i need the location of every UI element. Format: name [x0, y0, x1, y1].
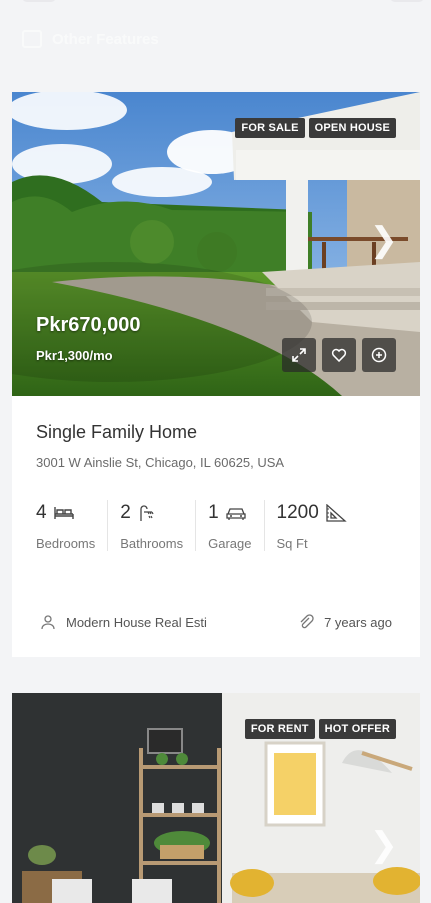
listing-date: 7 years ago — [298, 614, 392, 630]
header-chip — [22, 0, 56, 2]
posted-time: 7 years ago — [324, 614, 392, 630]
stat-bedrooms: 4 Bedrooms — [36, 500, 109, 551]
ruler-icon — [326, 504, 347, 522]
status-badge[interactable]: FOR SALE — [235, 118, 305, 138]
other-features-label: Other Features — [52, 30, 159, 48]
listing-badges: FOR SALE OPEN HOUSE — [235, 118, 396, 138]
label-badge[interactable]: OPEN HOUSE — [308, 118, 396, 138]
listing-agent[interactable]: Modern House Real Esti — [40, 614, 207, 630]
shower-icon — [140, 505, 154, 521]
expand-button[interactable] — [282, 338, 316, 372]
stat-label: Garage — [208, 536, 252, 551]
paperclip-icon — [300, 614, 314, 629]
listing-address: 3001 W Ainslie St, Chicago, IL 60625, US… — [36, 455, 285, 470]
stat-area: 1200 Sq Ft — [277, 500, 359, 551]
listing-price: Pkr670,000 — [36, 314, 141, 336]
compare-button[interactable] — [362, 338, 396, 372]
listing-actions — [282, 338, 396, 372]
listing-info: Single Family Home 3001 W Ainslie St, Ch… — [12, 396, 420, 552]
listing-stats: 4 Bedrooms 2 Bathrooms 1 Garage 1200 Sq … — [36, 500, 396, 552]
stat-bathrooms: 2 Bathrooms — [120, 500, 197, 551]
stat-label: Sq Ft — [276, 536, 308, 551]
chevron-right-icon[interactable]: ❯ — [370, 220, 399, 260]
listing-image[interactable]: FOR SALE OPEN HOUSE ❯ Pkr670,000 Pkr1,30… — [12, 92, 420, 396]
stat-garage: 1 Garage — [208, 500, 265, 551]
listing-image[interactable]: FOR RENT HOT OFFER ❯ — [12, 693, 420, 903]
stat-value: 1 — [208, 502, 219, 523]
label-badge[interactable]: HOT OFFER — [318, 719, 396, 739]
listing-card[interactable]: FOR SALE OPEN HOUSE ❯ Pkr670,000 Pkr1,30… — [12, 92, 420, 657]
checkbox-icon — [22, 30, 42, 48]
favorite-button[interactable] — [322, 338, 356, 372]
agent-name[interactable]: Modern House Real Esti — [66, 615, 207, 630]
listing-card[interactable]: FOR RENT HOT OFFER ❯ — [12, 693, 420, 903]
other-features-toggle[interactable]: Other Features — [22, 30, 159, 48]
listing-price-per-month: Pkr1,300/mo — [36, 348, 113, 363]
user-icon — [41, 615, 55, 630]
status-badge[interactable]: FOR RENT — [244, 719, 315, 739]
top-header: Other Features — [0, 0, 431, 80]
heart-icon — [331, 348, 347, 363]
stat-label: Bathrooms — [120, 536, 184, 551]
listing-footer: Modern House Real Esti 7 years ago — [40, 614, 392, 630]
expand-icon — [292, 348, 306, 362]
listing-badges: FOR RENT HOT OFFER — [244, 719, 396, 739]
listing-title[interactable]: Single Family Home — [36, 422, 396, 443]
chevron-right-icon[interactable]: ❯ — [370, 825, 399, 865]
stat-value: 4 — [36, 502, 47, 523]
plus-circle-icon — [371, 347, 387, 363]
stat-label: Bedrooms — [36, 536, 96, 551]
header-chip — [390, 0, 424, 2]
bed-icon — [53, 507, 74, 519]
car-icon — [226, 508, 246, 520]
stat-value: 2 — [120, 502, 131, 523]
stat-value: 1200 — [276, 502, 319, 523]
